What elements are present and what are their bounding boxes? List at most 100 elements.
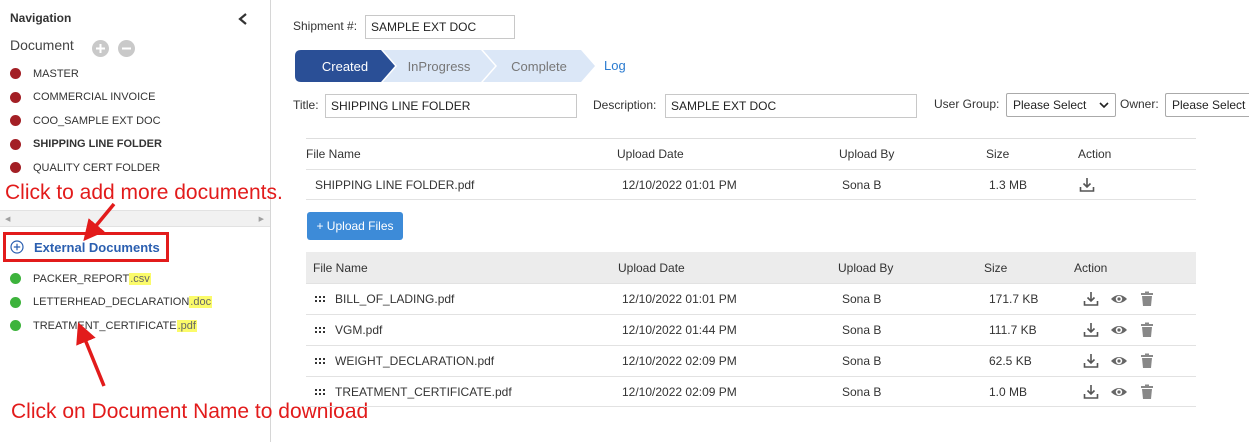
upload-by: Sona B [842, 354, 882, 368]
user-group-select[interactable]: Please Select [1006, 93, 1116, 117]
table-row: WEIGHT_DECLARATION.pdf 12/10/2022 02:09 … [306, 345, 1196, 376]
document-item-quality-cert-folder[interactable]: QUALITY CERT FOLDER [10, 156, 162, 180]
download-icon[interactable] [1082, 321, 1100, 339]
download-icon[interactable] [1082, 383, 1100, 401]
file-size: 171.7 KB [989, 292, 1039, 306]
file-extension-highlight: .csv [129, 272, 151, 285]
chevron-down-icon [1099, 102, 1109, 109]
eye-icon[interactable] [1110, 352, 1128, 370]
table-row: TREATMENT_CERTIFICATE.pdf 12/10/2022 02:… [306, 376, 1196, 407]
uploaded-files-table: File Name Upload Date Upload By Size Act… [306, 252, 1196, 407]
column-header-size: Size [984, 260, 1008, 275]
drag-handle-icon[interactable] [315, 388, 325, 395]
file-size: 1.3 MB [989, 177, 1028, 192]
document-list: MASTER COMMERCIAL INVOICE COO_SAMPLE EXT… [10, 62, 162, 180]
external-document-list: PACKER_REPORT .csv LETTERHEAD_DECLARATION… [10, 267, 213, 338]
step-created[interactable]: Created [295, 50, 395, 82]
document-item-master[interactable]: MASTER [10, 62, 162, 86]
external-document-name: TREATMENT_CERTIFICATE [33, 319, 177, 332]
download-icon[interactable] [1078, 176, 1096, 194]
file-name-link[interactable]: SHIPPING LINE FOLDER.pdf [315, 170, 474, 199]
drag-handle-icon[interactable] [315, 327, 325, 333]
eye-icon[interactable] [1110, 321, 1128, 339]
document-item-label: MASTER [33, 67, 79, 80]
status-dot [10, 68, 21, 80]
step-inprogress[interactable]: InProgress [383, 50, 495, 82]
chevron-left-icon[interactable] [237, 12, 249, 26]
document-item-label: COO_SAMPLE EXT DOC [33, 114, 161, 127]
plus-circle-icon [96, 44, 105, 53]
file-name-link[interactable]: TREATMENT_CERTIFICATE.pdf [335, 385, 512, 399]
upload-date: 12/10/2022 01:01 PM [622, 177, 737, 192]
document-section-header: Document [10, 37, 74, 53]
navigation-title: Navigation [10, 11, 72, 25]
main-content: Shipment #: Created InProgress Complete … [272, 0, 1249, 442]
file-name-link[interactable]: WEIGHT_DECLARATION.pdf [335, 354, 494, 368]
horizontal-scrollbar[interactable]: ◀ ▶ [0, 210, 270, 227]
shipment-label: Shipment #: [293, 19, 358, 33]
owner-label: Owner: [1120, 97, 1159, 111]
column-header-action: Action [1078, 147, 1112, 161]
eye-icon[interactable] [1110, 290, 1128, 308]
external-document-item[interactable]: LETTERHEAD_DECLARATION .doc [10, 291, 213, 315]
document-item-label: QUALITY CERT FOLDER [33, 161, 161, 174]
file-size: 62.5 KB [989, 354, 1032, 368]
file-extension-highlight: .pdf [176, 319, 197, 332]
status-dot [10, 320, 21, 332]
title-field[interactable] [325, 94, 577, 118]
trash-icon[interactable] [1138, 383, 1156, 401]
download-icon[interactable] [1082, 352, 1100, 370]
upload-date: 12/10/2022 02:09 PM [622, 354, 737, 368]
upload-files-button[interactable]: + Upload Files [307, 212, 403, 240]
upload-date: 12/10/2022 01:44 PM [622, 323, 737, 337]
owner-select[interactable]: Please Select [1165, 93, 1249, 117]
drag-handle-icon[interactable] [315, 358, 325, 364]
document-item-commercial-invoice[interactable]: COMMERCIAL INVOICE [10, 86, 162, 110]
column-header-upload-date: Upload Date [617, 147, 684, 161]
trash-icon[interactable] [1138, 352, 1156, 370]
table-header-row: File Name Upload Date Upload By Size Act… [306, 138, 1196, 169]
file-name-link[interactable]: BILL_OF_LADING.pdf [335, 292, 454, 306]
document-item-label: COMMERCIAL INVOICE [33, 91, 156, 104]
eye-icon[interactable] [1110, 383, 1128, 401]
external-document-item[interactable]: TREATMENT_CERTIFICATE .pdf [10, 314, 212, 338]
external-document-item[interactable]: PACKER_REPORT .csv [10, 267, 212, 291]
scroll-left-icon[interactable]: ◀ [5, 215, 10, 223]
table-row: SHIPPING LINE FOLDER.pdf 12/10/2022 01:0… [306, 169, 1196, 200]
scroll-right-icon[interactable]: ▶ [259, 215, 264, 223]
user-group-label: User Group: [934, 97, 1000, 111]
external-document-name: LETTERHEAD_DECLARATION [33, 296, 190, 309]
upload-date: 12/10/2022 02:09 PM [622, 384, 737, 399]
table-header-row: File Name Upload Date Upload By Size Act… [306, 252, 1196, 283]
download-icon[interactable] [1082, 290, 1100, 308]
column-header-size: Size [986, 147, 1010, 161]
step-complete[interactable]: Complete [483, 50, 595, 82]
drag-handle-icon[interactable] [315, 296, 325, 302]
document-item-coo-sample[interactable]: COO_SAMPLE EXT DOC [10, 109, 162, 133]
file-extension-highlight: .doc [189, 296, 213, 309]
external-documents-toggle[interactable]: External Documents [3, 232, 169, 262]
description-field[interactable] [665, 94, 917, 118]
log-link[interactable]: Log [604, 58, 626, 73]
external-documents-label: External Documents [34, 239, 160, 255]
table-row: VGM.pdf 12/10/2022 01:44 PM Sona B 111.7… [306, 314, 1196, 345]
trash-icon[interactable] [1138, 290, 1156, 308]
folder-file-table: File Name Upload Date Upload By Size Act… [306, 138, 1196, 200]
navigation-sidebar: Navigation Document MASTER COMMERCIAL IN… [0, 0, 368, 442]
add-document-button[interactable] [92, 40, 109, 57]
minus-circle-icon [122, 47, 131, 50]
user-group-value: Please Select [1013, 98, 1087, 112]
file-size: 1.0 MB [989, 384, 1028, 399]
column-header-upload-by: Upload By [839, 147, 895, 161]
upload-date: 12/10/2022 01:01 PM [622, 292, 737, 306]
external-document-name: PACKER_REPORT [33, 272, 130, 285]
shipment-number-field[interactable] [365, 15, 515, 39]
status-dot [10, 138, 21, 150]
remove-document-button[interactable] [118, 40, 135, 57]
document-item-shipping-line-folder[interactable]: SHIPPING LINE FOLDER [10, 133, 162, 157]
status-dot [10, 162, 21, 174]
file-name-link[interactable]: VGM.pdf [335, 323, 382, 337]
trash-icon[interactable] [1138, 321, 1156, 339]
status-dot [10, 91, 21, 103]
upload-by: Sona B [842, 384, 882, 399]
